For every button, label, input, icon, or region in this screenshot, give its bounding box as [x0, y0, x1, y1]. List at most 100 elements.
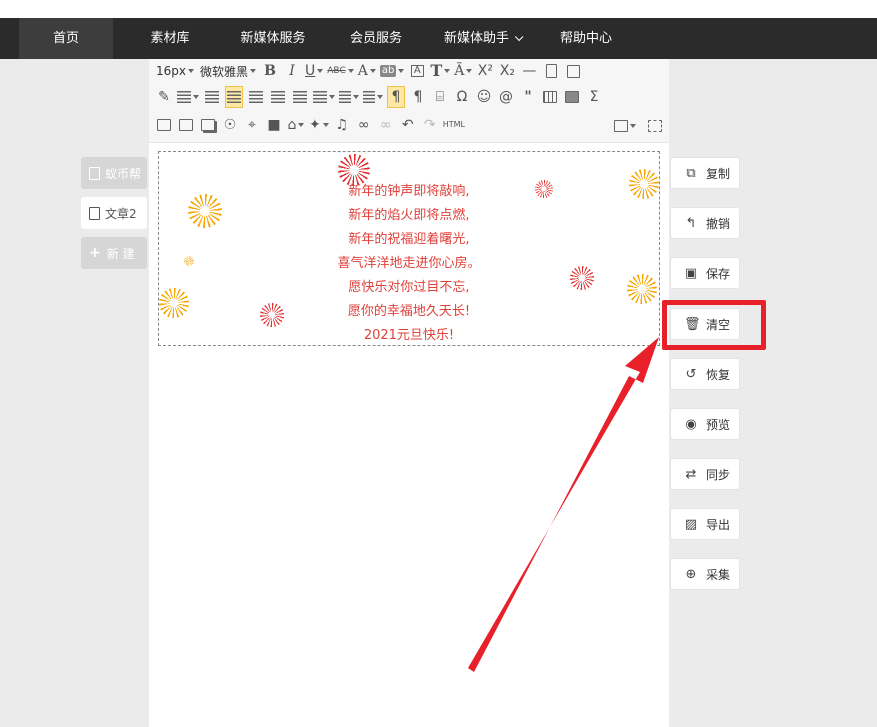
sidebar-new-label: 新 建 [106, 246, 135, 261]
html-button[interactable]: HTML [443, 114, 465, 136]
nav-new-media-service[interactable]: 新媒体服务 [226, 18, 320, 59]
shadow-box-button[interactable] [199, 114, 217, 136]
fullscreen-button[interactable] [646, 115, 664, 137]
align-justify-button[interactable] [291, 86, 309, 108]
line-height-button[interactable] [313, 86, 335, 108]
superscript-icon: X² [477, 63, 493, 79]
sidebar-tab-article2[interactable]: 文章2 [81, 197, 147, 229]
rtl-button[interactable]: ¶ [409, 86, 427, 108]
caret-down-icon [347, 69, 354, 73]
special-char-button[interactable]: Ω [453, 86, 471, 108]
font-family-select[interactable]: 微软雅黑 [199, 60, 257, 82]
blockquote-button[interactable]: " [519, 86, 537, 108]
strikethrough-button[interactable]: ABC [327, 60, 354, 82]
collect-button[interactable]: ⊕ 采集 [670, 558, 740, 590]
align-left-button[interactable] [225, 86, 243, 108]
export-button[interactable]: ▨ 导出 [670, 508, 740, 540]
caret-down-icon [193, 95, 199, 99]
image-icon [157, 119, 171, 131]
image-button[interactable] [155, 114, 173, 136]
edit-mode-button[interactable] [614, 115, 636, 137]
preview-button[interactable]: ◉ 预览 [670, 408, 740, 440]
sync-button[interactable]: ⇄ 同步 [670, 458, 740, 490]
sidebar-new-button[interactable]: + 新 建 [81, 237, 147, 269]
restore-label: 恢复 [706, 367, 731, 382]
shadow-box-icon [201, 119, 215, 131]
subscript-button[interactable]: X₂ [498, 60, 516, 82]
align-justify-icon [293, 91, 307, 103]
video-button[interactable]: ■ [265, 114, 283, 136]
nav-help-center[interactable]: 帮助中心 [546, 18, 626, 59]
text-effect-button[interactable]: Ã [454, 60, 473, 82]
font-color-button[interactable]: A [358, 60, 376, 82]
align-left-icon [227, 91, 241, 103]
plus-icon: + [89, 245, 101, 261]
formula-button[interactable]: Σ [585, 86, 603, 108]
export-label: 导出 [706, 517, 731, 532]
font-color-icon: A [357, 63, 368, 79]
document-icon [545, 64, 557, 78]
text-border-button[interactable]: A [408, 60, 426, 82]
align-center-button[interactable] [247, 86, 265, 108]
music-button[interactable]: ♫ [333, 114, 351, 136]
edit-source-button[interactable] [564, 60, 582, 82]
magic-wand-icon: ✦ [309, 117, 321, 133]
outdent-button[interactable] [203, 86, 221, 108]
map-pin-icon: ⌖ [248, 117, 256, 133]
location-button[interactable]: ⌖ [243, 114, 261, 136]
sigma-icon: Σ [589, 89, 599, 105]
link-icon: ∞ [357, 117, 370, 133]
underline-icon: U [305, 63, 316, 79]
text-style-button[interactable]: T [430, 60, 451, 82]
magic-wand-button[interactable]: ✦ [309, 114, 329, 136]
nav-member-service[interactable]: 会员服务 [334, 18, 418, 59]
ltr-button[interactable]: ¶ [387, 86, 405, 108]
save-button[interactable]: ▣ 保存 [670, 257, 740, 289]
paragraph-spacing-bottom-button[interactable] [363, 86, 383, 108]
content-area[interactable]: 新年的钟声即将敲响, 新年的焰火即将点燃, 新年的祝福迎着曙光, 喜气洋洋地走进… [158, 151, 660, 346]
link-button[interactable]: ∞ [355, 114, 373, 136]
redo-toolbar-button[interactable]: ↷ [421, 114, 439, 136]
poem-line: 愿你的幸福地久天长! [347, 304, 471, 319]
brush-button[interactable]: ⌂ [287, 114, 305, 136]
poem-line: 新年的祝福迎着曙光, [348, 232, 470, 247]
font-size-select[interactable]: 16px [155, 60, 195, 82]
emoji-button[interactable]: ☺ [475, 86, 493, 108]
undo-button[interactable]: ↰ 撤销 [670, 207, 740, 239]
theme-button[interactable]: ☉ [221, 114, 239, 136]
eraser-button[interactable]: ✎ [155, 86, 173, 108]
paragraph-spacing-top-button[interactable] [339, 86, 359, 108]
restore-button[interactable]: ↺ 恢复 [670, 358, 740, 390]
save-label: 保存 [706, 266, 731, 281]
nav-home[interactable]: 首页 [19, 18, 113, 59]
sidebar-tab-yibibang[interactable]: 蚁币帮 [81, 157, 147, 189]
multi-image-button[interactable] [177, 114, 195, 136]
word-import-button[interactable] [563, 86, 581, 108]
toolbar-row-3: ☉ ⌖ ■ ⌂ ✦ ♫ ∞ ∞ ↶ ↷ HTML [155, 113, 469, 137]
caret-down-icon [377, 95, 383, 99]
caret-down-icon [188, 69, 194, 73]
underline-button[interactable]: U [305, 60, 324, 82]
unlink-button[interactable]: ∞ [377, 114, 395, 136]
anchor-button[interactable]: @ [497, 86, 515, 108]
line-height-icon [313, 91, 327, 103]
format-painter-button[interactable]: ⌸ [431, 86, 449, 108]
nav-new-media-assistant[interactable]: 新媒体助手 [430, 18, 534, 59]
superscript-button[interactable]: X² [476, 60, 494, 82]
sync-label: 同步 [706, 467, 731, 482]
edit-box-icon [566, 64, 580, 78]
table-button[interactable] [541, 86, 559, 108]
copy-button[interactable]: ⧉ 复制 [670, 157, 740, 189]
highlight-color-button[interactable]: ab [379, 60, 405, 82]
italic-button[interactable]: I [283, 60, 301, 82]
unlink-icon: ∞ [379, 117, 392, 133]
horizontal-rule-button[interactable]: — [520, 60, 538, 82]
indent-button[interactable] [177, 86, 199, 108]
sync-icon: ⇄ [685, 466, 697, 482]
bold-button[interactable]: B [261, 60, 279, 82]
text-style-icon: T [430, 61, 443, 80]
nav-materials[interactable]: 素材库 [128, 18, 212, 59]
align-right-button[interactable] [269, 86, 287, 108]
new-page-button[interactable] [542, 60, 560, 82]
undo-toolbar-button[interactable]: ↶ [399, 114, 417, 136]
